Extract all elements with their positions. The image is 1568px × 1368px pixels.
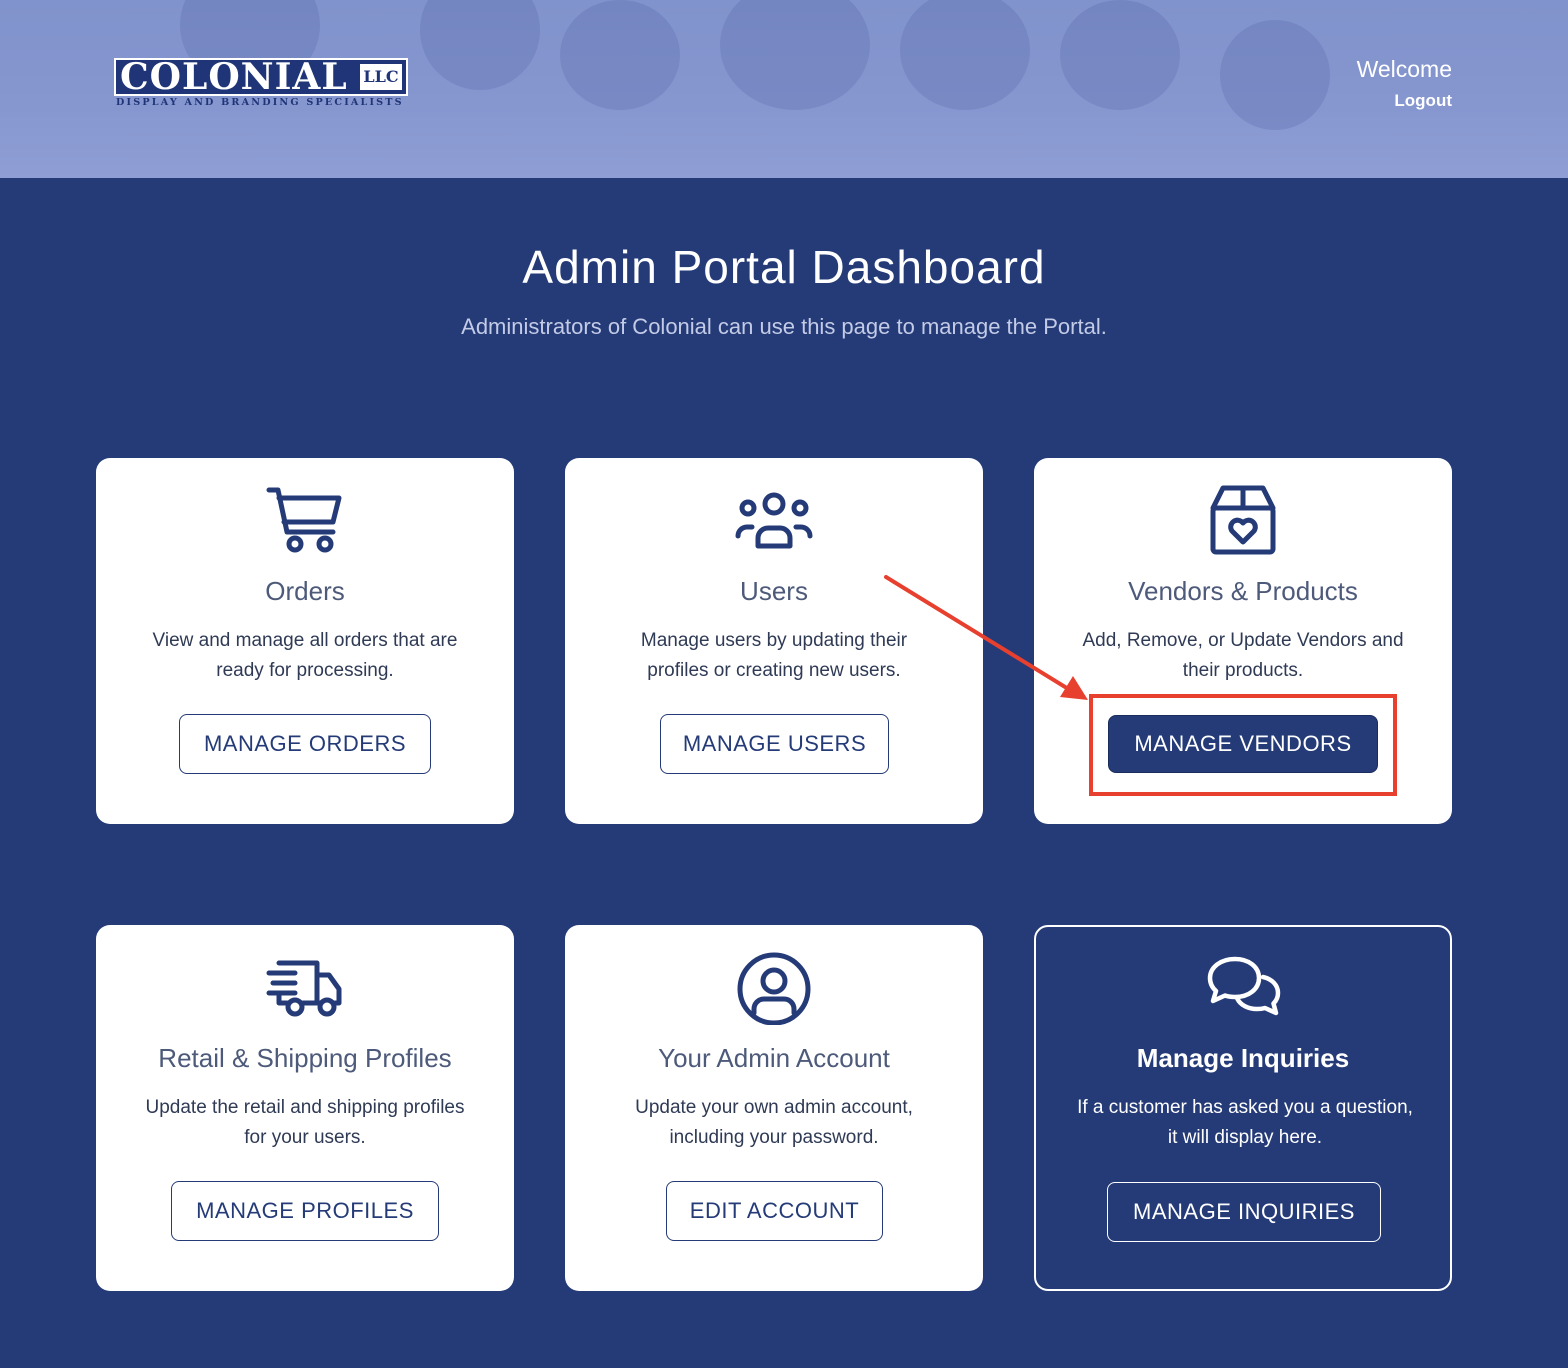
- header-background-decoration: [900, 0, 1030, 110]
- card-description: Add, Remove, or Update Vendors and their…: [1054, 626, 1432, 686]
- logo-wordmark: COLONIAL: [120, 56, 348, 98]
- header-background-decoration: [720, 0, 870, 110]
- card-title: Orders: [265, 576, 345, 606]
- header-background-decoration: [1220, 20, 1330, 130]
- manage-inquiries-button[interactable]: MANAGE INQUIRIES: [1107, 1182, 1381, 1242]
- card-description: View and manage all orders that are read…: [116, 626, 494, 686]
- delivery-truck-icon: [265, 951, 345, 1025]
- card-description-line: ready for processing.: [216, 660, 394, 681]
- site-header: COLONIAL LLC DISPLAY AND BRANDING SPECIA…: [0, 0, 1568, 178]
- orders-card: Orders View and manage all orders that a…: [96, 458, 514, 824]
- logo-llc: LLC: [360, 64, 402, 90]
- welcome-text: Welcome: [1356, 56, 1452, 82]
- header-background-decoration: [420, 0, 540, 90]
- card-title: Users: [740, 576, 808, 606]
- box-heart-icon: [1203, 484, 1283, 558]
- card-description: Update your own admin account, including…: [585, 1093, 963, 1153]
- card-title: Vendors & Products: [1128, 576, 1358, 606]
- card-description-line: Manage users by updating their: [640, 630, 908, 651]
- card-description-line: Add, Remove, or Update Vendors and: [1082, 630, 1404, 651]
- card-description-line: Update your own admin account,: [635, 1097, 913, 1118]
- card-description: If a customer has asked you a question, …: [1056, 1093, 1434, 1153]
- card-title: Retail & Shipping Profiles: [158, 1043, 452, 1073]
- card-description: Manage users by updating their profiles …: [585, 626, 963, 686]
- users-card: Users Manage users by updating their pro…: [565, 458, 983, 824]
- card-description-line: it will display here.: [1167, 1127, 1323, 1148]
- card-title: Your Admin Account: [658, 1043, 890, 1073]
- retail-shipping-profiles-card: Retail & Shipping Profiles Update the re…: [96, 925, 514, 1291]
- header-background-decoration: [560, 0, 680, 110]
- colonial-logo[interactable]: COLONIAL LLC DISPLAY AND BRANDING SPECIA…: [114, 58, 408, 110]
- logout-link[interactable]: Logout: [1394, 91, 1452, 111]
- edit-account-button[interactable]: EDIT ACCOUNT: [666, 1181, 883, 1241]
- card-title: Manage Inquiries: [1136, 1043, 1350, 1073]
- card-description-line: including your password.: [669, 1127, 879, 1148]
- manage-users-button[interactable]: MANAGE USERS: [660, 714, 889, 774]
- card-description-line: View and manage all orders that are: [152, 630, 458, 651]
- page-subtitle: Administrators of Colonial can use this …: [461, 314, 1107, 339]
- manage-orders-button[interactable]: MANAGE ORDERS: [179, 714, 431, 774]
- page-title: Admin Portal Dashboard: [522, 241, 1046, 293]
- shopping-cart-icon: [265, 484, 345, 558]
- user-circle-icon: [734, 951, 814, 1026]
- header-background-decoration: [1060, 0, 1180, 110]
- users-group-icon: [734, 484, 814, 558]
- card-description-line: If a customer has asked you a question,: [1077, 1097, 1413, 1118]
- manage-inquiries-card: Manage Inquiries If a customer has asked…: [1034, 925, 1452, 1291]
- card-description-line: their products.: [1182, 660, 1304, 681]
- chat-bubbles-icon: [1203, 951, 1283, 1025]
- card-description: Update the retail and shipping profiles …: [116, 1093, 494, 1153]
- admin-account-card: Your Admin Account Update your own admin…: [565, 925, 983, 1291]
- manage-profiles-button[interactable]: MANAGE PROFILES: [171, 1181, 439, 1241]
- logo-mark: COLONIAL LLC: [114, 58, 408, 96]
- annotation-highlight-box: [1089, 694, 1397, 796]
- card-description-line: for your users.: [244, 1127, 366, 1148]
- card-description-line: profiles or creating new users.: [647, 660, 901, 681]
- logo-tagline: DISPLAY AND BRANDING SPECIALISTS: [116, 97, 404, 108]
- card-description-line: Update the retail and shipping profiles: [145, 1097, 465, 1118]
